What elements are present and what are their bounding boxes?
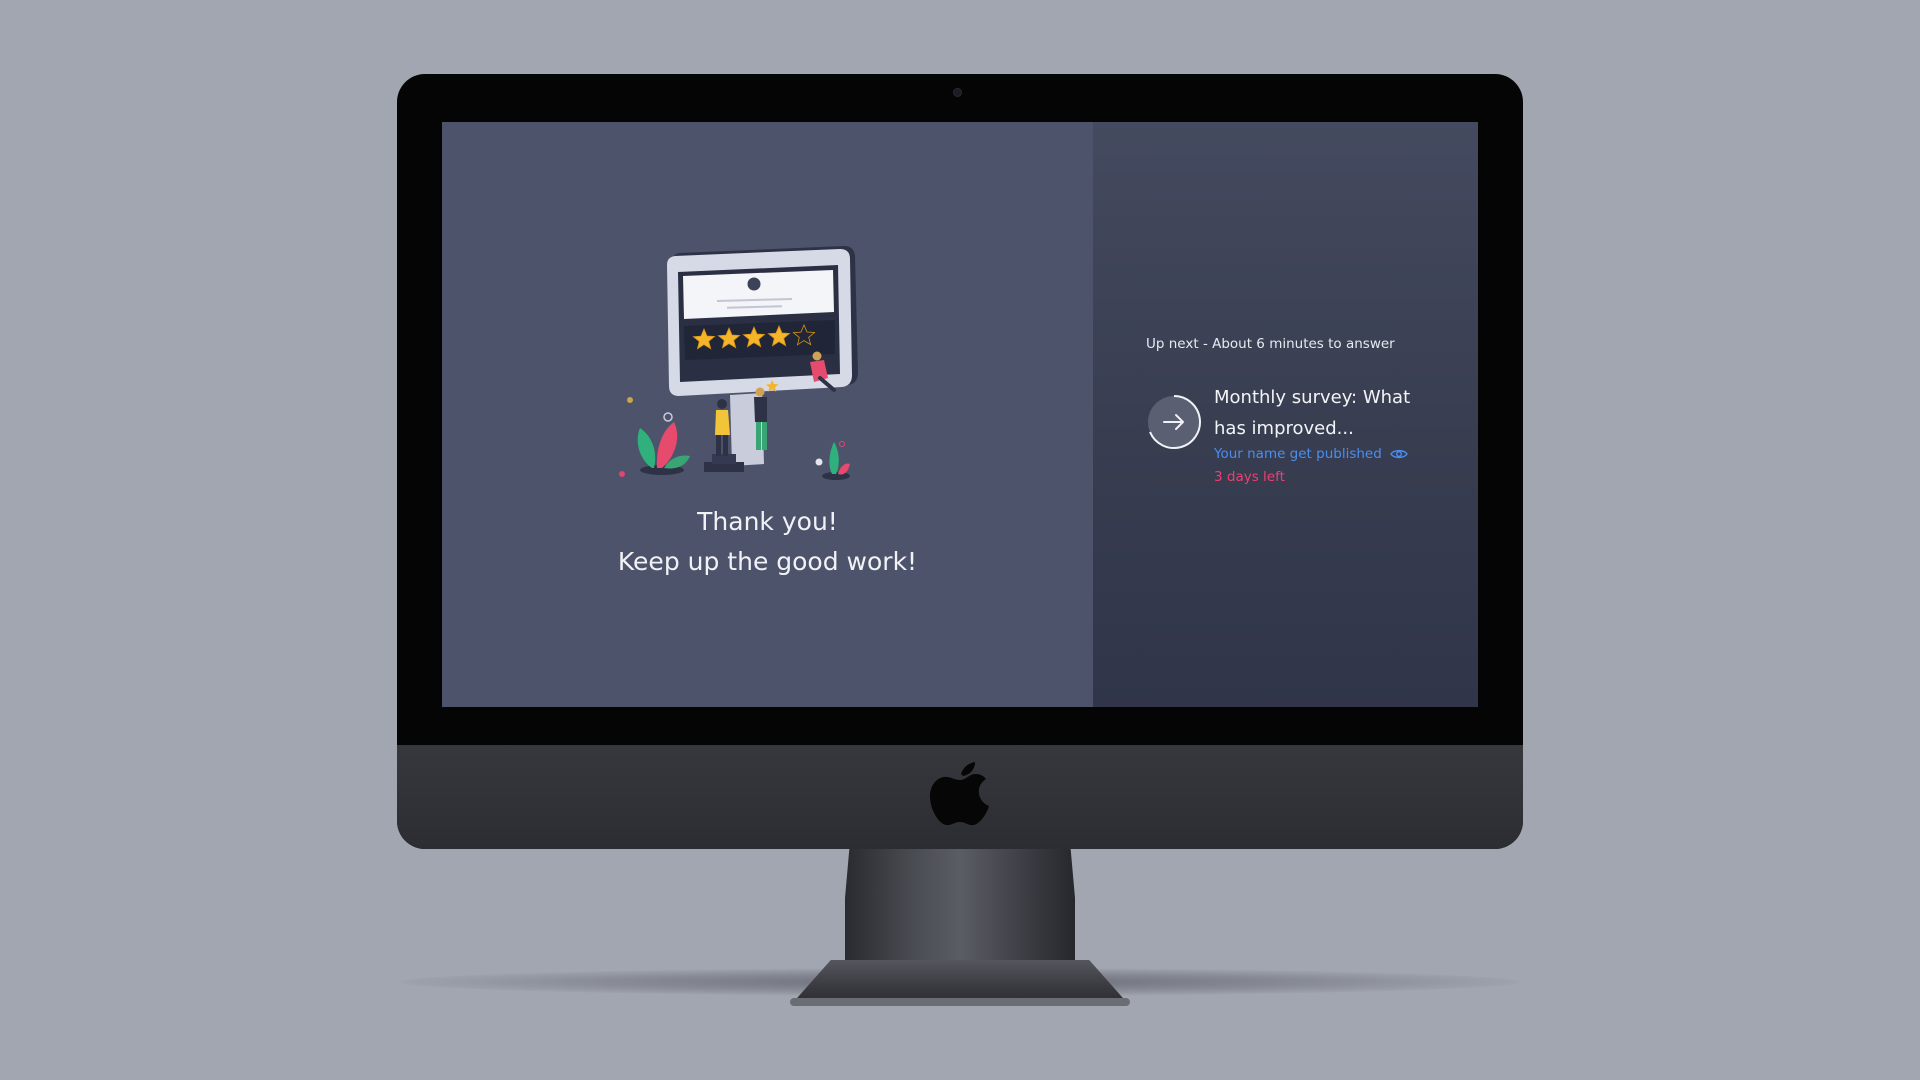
next-survey-card[interactable]: Monthly survey: What has improved... You… (1146, 382, 1436, 492)
thank-you-message: Thank you! Keep up the good work! (442, 502, 1093, 582)
survey-title[interactable]: Monthly survey: What has improved... (1214, 382, 1424, 444)
apple-logo-icon (930, 762, 989, 826)
up-next-header: Up next - About 6 minutes to answer (1146, 336, 1395, 352)
publish-note: Your name get published (1214, 446, 1408, 462)
rating-illustration (619, 246, 858, 480)
desktop-mockup: Thank you! Keep up the good work! Up nex… (0, 0, 1920, 1080)
monitor-stand-foot (790, 998, 1130, 1006)
thank-you-title: Thank you! (697, 507, 838, 536)
camera-dot (953, 88, 962, 97)
next-survey-button[interactable] (1146, 394, 1202, 450)
eye-icon[interactable] (1389, 448, 1408, 460)
screen: Thank you! Keep up the good work! Up nex… (442, 122, 1478, 707)
deadline-label: 3 days left (1214, 469, 1285, 485)
monitor-stand (845, 846, 1075, 976)
publish-note-text: Your name get published (1214, 446, 1382, 462)
thank-you-pane: Thank you! Keep up the good work! (442, 122, 1093, 707)
up-next-pane: Up next - About 6 minutes to answer Mont… (1093, 122, 1478, 707)
thank-you-subtitle: Keep up the good work! (617, 547, 918, 576)
